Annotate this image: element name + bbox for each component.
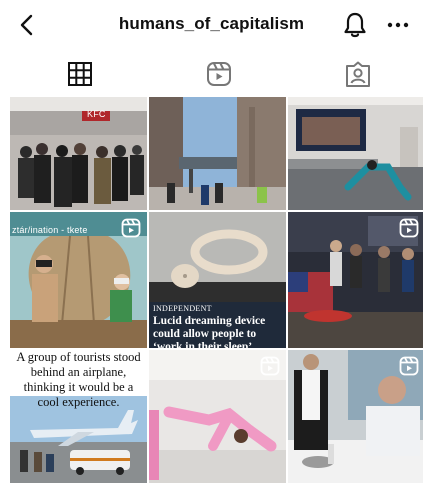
post-image-city-street [149,97,286,210]
bell-icon[interactable] [342,11,368,39]
reel-badge-icon [121,218,141,238]
post-tile[interactable]: ztár/ination - tkete [10,212,147,348]
reel-badge-icon [399,356,419,376]
store-sign: KFC [87,109,106,119]
post-tile[interactable]: A group of tourists stood behind an airp… [10,350,147,483]
news-headline: Lucid dreaming device could allow people… [153,315,266,348]
reel-badge-icon [260,356,280,376]
post-tile[interactable]: KFC [10,97,147,210]
post-tile[interactable] [288,212,423,348]
post-image-office-stretch [288,97,423,210]
profile-header: humans_of_capitalism [0,0,423,50]
post-grid: KFC ztár/ination - tkete INDEPENDENT Luc… [10,97,423,483]
grid-icon[interactable] [66,60,94,88]
news-source-label: INDEPENDENT [153,304,212,313]
profile-tabs [0,50,423,96]
post-tile[interactable]: INDEPENDENT Lucid dreaming device could … [149,212,286,348]
sign-overlay-text: ztár/ination - tkete [12,225,88,235]
post-tile[interactable] [288,350,423,483]
reels-icon[interactable] [205,60,233,88]
reel-badge-icon [399,218,419,238]
tagged-person-icon[interactable] [344,60,372,88]
ellipsis-icon[interactable] [385,12,411,38]
post-tile[interactable] [149,350,286,483]
post-image-mall-crowd [10,97,147,210]
post-caption: A group of tourists stood behind an airp… [16,350,141,409]
post-tile[interactable] [149,97,286,210]
post-tile[interactable] [288,97,423,210]
